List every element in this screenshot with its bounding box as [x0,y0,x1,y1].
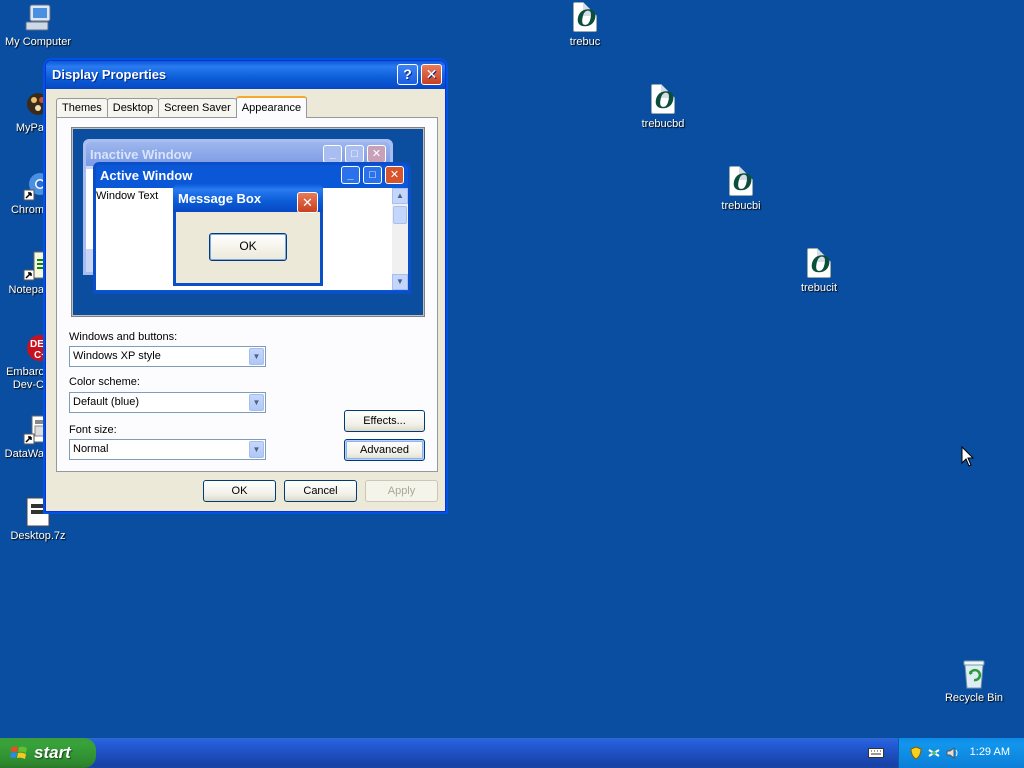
keyboard-icon[interactable] [868,748,884,758]
chevron-down-icon[interactable]: ▼ [249,348,264,365]
desktop-icon-label: Embarc Dev-C [6,366,44,391]
close-icon: ✕ [425,66,438,82]
font-file-icon: O [651,84,675,114]
preview-ok-button: OK [209,233,287,261]
windows-logo-icon [10,746,27,759]
preview-window-text: Window Text [96,190,159,202]
font-file-icon: O [807,248,831,278]
dialog-title: Display Properties [52,67,167,82]
color-scheme-value: Default (blue) [73,396,140,408]
chevron-down-icon[interactable]: ▼ [249,441,264,458]
recycle-bin-icon [958,658,990,690]
effects-button[interactable]: Effects... [344,410,425,432]
desktop-icon-my-computer[interactable]: My Computer [0,2,76,49]
tab-screen-saver[interactable]: Screen Saver [158,98,237,118]
my-computer-icon [22,2,54,34]
dialog-title-bar[interactable]: Display Properties ? ✕ [46,61,445,89]
clock[interactable]: 1:29 AM [970,746,1010,758]
scroll-down-icon: ▼ [392,274,408,290]
desktop-icon-label: Chrom [10,204,44,216]
appearance-preview: Inactive Window _ □ ✕ Active Window _ □ … [71,127,425,317]
tab-strip: Themes Desktop Screen Saver Appearance [56,96,308,118]
help-icon: ? [403,66,412,82]
desktop-icon-label: Desktop.7z [10,530,66,542]
close-icon: ✕ [367,145,386,163]
font-size-select[interactable]: Normal ▼ [69,439,266,460]
desktop-icon-label: trebuc [569,36,601,48]
security-shield-icon[interactable] [909,746,923,760]
desktop-icon-label: trebucbd [641,118,685,130]
maximize-icon: □ [345,145,364,163]
apply-button[interactable]: Apply [365,480,438,502]
desktop-icon-label: Notepa [8,284,44,296]
font-file-icon: O [729,166,753,196]
color-scheme-label: Color scheme: [69,376,140,388]
preview-message-box: Message Box ✕ OK [173,184,323,286]
font-size-label: Font size: [69,424,117,436]
windows-buttons-select[interactable]: Windows XP style ▼ [69,346,266,367]
desktop-icon-trebucbd[interactable]: O trebucbd [625,84,701,131]
tab-desktop[interactable]: Desktop [106,98,160,118]
desktop-icon-trebucbi[interactable]: O trebucbi [703,166,779,213]
minimize-icon: _ [323,145,342,163]
scroll-up-icon: ▲ [392,188,408,204]
close-button[interactable]: ✕ [421,64,442,85]
display-properties-dialog: Display Properties ? ✕ Themes Desktop Scre… [45,60,446,512]
desktop-icon-label: My Computer [4,36,72,48]
minimize-icon: _ [341,166,360,184]
close-icon: ✕ [385,166,404,184]
help-button[interactable]: ? [397,64,418,85]
advanced-button[interactable]: Advanced [344,439,425,461]
start-label: start [34,743,71,762]
taskbar: start 1:29 AM [0,738,1024,768]
windows-buttons-label: Windows and buttons: [69,331,178,343]
network-icon[interactable] [927,746,941,760]
preview-scrollbar: ▲ ▼ [392,188,408,290]
desktop-icon-label: Recycle Bin [944,692,1004,704]
desktop-icon-label: MyPa [15,122,44,134]
font-file-icon: O [573,2,597,32]
cancel-button[interactable]: Cancel [284,480,357,502]
mouse-cursor-icon [961,446,975,467]
ok-button[interactable]: OK [203,480,276,502]
color-scheme-select[interactable]: Default (blue) ▼ [69,392,266,413]
appearance-panel: Inactive Window _ □ ✕ Active Window _ □ … [56,117,438,472]
desktop-icon-trebuc[interactable]: O trebuc [547,2,623,49]
maximize-icon: □ [363,166,382,184]
close-icon: ✕ [297,192,318,213]
desktop-icon-label: trebucit [800,282,838,294]
desktop-icon-trebucit[interactable]: O trebucit [781,248,857,295]
start-button[interactable]: start [0,738,96,768]
system-tray: 1:29 AM [898,738,1024,768]
desktop-icon-recycle-bin[interactable]: Recycle Bin [936,658,1012,705]
chevron-down-icon[interactable]: ▼ [249,394,264,411]
desktop-icon-label: trebucbi [721,200,761,212]
font-size-value: Normal [73,443,109,455]
volume-icon[interactable] [945,746,959,760]
desktop-icon-label: DataWa [4,448,44,460]
scroll-thumb [393,206,407,224]
tab-appearance[interactable]: Appearance [235,96,308,118]
tab-themes[interactable]: Themes [56,98,108,118]
windows-buttons-value: Windows XP style [73,350,161,362]
